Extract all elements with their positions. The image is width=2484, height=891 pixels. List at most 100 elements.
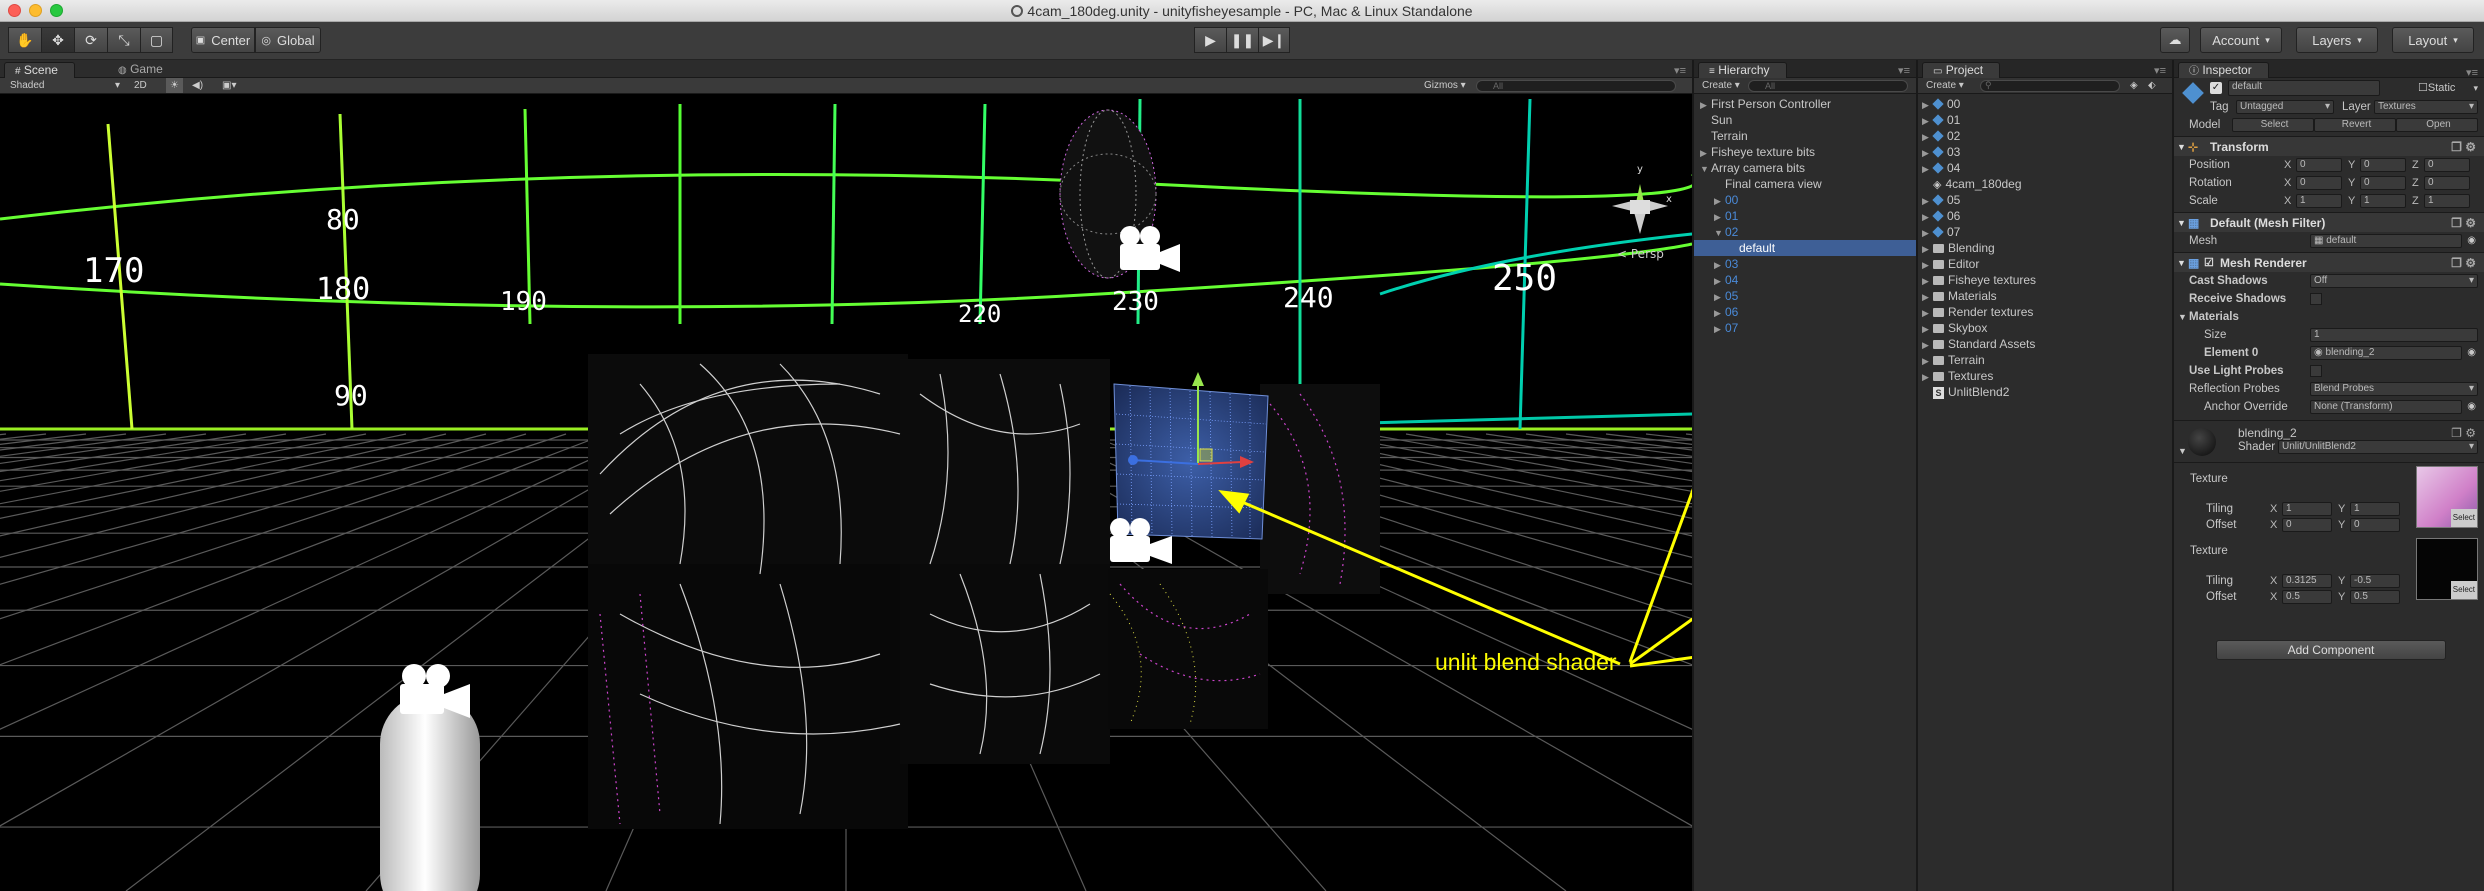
pivot-center-button[interactable]: ▣ Center (191, 27, 255, 53)
project-item[interactable]: ▶ 00 (1918, 96, 2172, 112)
object-name-field[interactable]: default (2228, 80, 2380, 96)
project-item[interactable]: ▶ Materials (1918, 288, 2172, 304)
tab-project[interactable]: ▭ Project (1922, 62, 2001, 78)
offset-x-field[interactable]: 0 (2282, 518, 2332, 532)
collapsed-arrow-icon[interactable]: ▶ (1922, 353, 1933, 369)
static-dropdown-icon[interactable]: ▾ (2473, 79, 2478, 97)
shader-dropdown[interactable]: Unlit/UnlitBlend2 ▾ (2278, 440, 2478, 454)
hierarchy-item[interactable]: ▶ 04 (1694, 272, 1916, 288)
model-revert-button[interactable]: Revert (2314, 118, 2396, 132)
hierarchy-search-input[interactable]: All (1748, 80, 1908, 92)
element0-field[interactable]: ◉ blending_2 (2310, 346, 2462, 360)
scene-orientation-gizmo[interactable]: y x < Persp (1612, 164, 1672, 261)
object-picker-icon[interactable]: ◉ (2467, 398, 2476, 416)
collapsed-arrow-icon[interactable]: ▶ (1922, 337, 1933, 353)
hierarchy-item[interactable]: ▼ 02 (1694, 224, 1916, 240)
anchor-override-field[interactable]: None (Transform) (2310, 400, 2462, 414)
scale-tool-button[interactable]: ⤡ (107, 27, 140, 53)
scene-search-input[interactable]: All (1476, 80, 1676, 92)
hierarchy-item[interactable]: ▶ First Person Controller (1694, 96, 1916, 112)
gear-icon[interactable]: ❐ ⚙ (2451, 253, 2476, 273)
transform-z-field[interactable]: 0 (2424, 176, 2470, 190)
static-checkbox[interactable]: ☐Static (2418, 79, 2455, 97)
collapsed-arrow-icon[interactable]: ▶ (1714, 193, 1725, 209)
tiling-y-field[interactable]: -0.5 (2350, 574, 2400, 588)
hierarchy-item[interactable]: Terrain (1694, 128, 1916, 144)
project-item[interactable]: ▶ 06 (1918, 208, 2172, 224)
gear-icon[interactable]: ❐ ⚙ (2451, 213, 2476, 233)
add-component-button[interactable]: Add Component (2216, 640, 2446, 660)
collapsed-arrow-icon[interactable]: ▶ (1714, 289, 1725, 305)
offset-y-field[interactable]: 0.5 (2350, 590, 2400, 604)
mesh-filter-header[interactable]: ▼ ▦ Default (Mesh Filter) ❐ ⚙ (2174, 212, 2484, 232)
panel-menu-icon[interactable]: ▾≡ (1674, 64, 1686, 77)
tiling-x-field[interactable]: 1 (2282, 502, 2332, 516)
transform-x-field[interactable]: 1 (2296, 194, 2342, 208)
layout-dropdown[interactable]: Layout ▾ (2392, 27, 2474, 53)
collapsed-arrow-icon[interactable]: ▶ (1714, 305, 1725, 321)
tab-scene[interactable]: # Scene (4, 62, 75, 78)
project-item[interactable]: ▶ Blending (1918, 240, 2172, 256)
filter-type-icon[interactable]: ◈ (2130, 78, 2138, 93)
move-tool-button[interactable]: ✥ (41, 27, 74, 53)
tag-dropdown[interactable]: Untagged ▾ (2236, 100, 2334, 114)
collapsed-arrow-icon[interactable]: ▶ (1922, 225, 1933, 241)
hierarchy-item[interactable]: ▶ 07 (1694, 320, 1916, 336)
close-window-button[interactable] (8, 4, 21, 17)
account-dropdown[interactable]: Account ▾ (2200, 27, 2282, 53)
collapsed-arrow-icon[interactable]: ▶ (1700, 97, 1711, 113)
project-search-input[interactable]: ⚲ (1980, 80, 2120, 92)
project-item[interactable]: ◈ 4cam_180deg (1918, 176, 2172, 192)
active-checkbox[interactable]: ✓ (2210, 82, 2222, 94)
layers-dropdown[interactable]: Layers ▾ (2296, 27, 2378, 53)
collapsed-arrow-icon[interactable]: ▶ (1714, 257, 1725, 273)
project-item[interactable]: ▶ Fisheye textures (1918, 272, 2172, 288)
tab-hierarchy[interactable]: ≡ Hierarchy (1698, 62, 1787, 78)
cloud-button[interactable]: ☁ (2160, 27, 2190, 53)
collapsed-arrow-icon[interactable]: ▶ (1922, 97, 1933, 113)
collapsed-arrow-icon[interactable]: ▶ (1714, 321, 1725, 337)
project-item[interactable]: ▶ 07 (1918, 224, 2172, 240)
project-item[interactable]: ▶ 03 (1918, 144, 2172, 160)
collapsed-arrow-icon[interactable]: ▶ (1922, 321, 1933, 337)
panel-menu-icon[interactable]: ▾≡ (1898, 64, 1910, 77)
hierarchy-item[interactable]: Sun (1694, 112, 1916, 128)
transform-z-field[interactable]: 1 (2424, 194, 2470, 208)
transform-x-field[interactable]: 0 (2296, 176, 2342, 190)
pause-button[interactable]: ❚❚ (1226, 27, 1258, 53)
hierarchy-item[interactable]: ▶ 03 (1694, 256, 1916, 272)
project-item[interactable]: ▶ 05 (1918, 192, 2172, 208)
project-item[interactable]: ▶ 04 (1918, 160, 2172, 176)
collapsed-arrow-icon[interactable]: ▶ (1922, 193, 1933, 209)
cast-shadows-dropdown[interactable]: Off ▾ (2310, 274, 2478, 288)
hierarchy-item[interactable]: ▶ 06 (1694, 304, 1916, 320)
filter-label-icon[interactable]: ⬖ (2148, 78, 2156, 93)
minimize-window-button[interactable] (29, 4, 42, 17)
audio-toggle[interactable]: ◀) (192, 78, 203, 93)
offset-y-field[interactable]: 0 (2350, 518, 2400, 532)
hierarchy-item[interactable]: ▼ Array camera bits (1694, 160, 1916, 176)
collapsed-arrow-icon[interactable]: ▶ (1922, 113, 1933, 129)
hierarchy-item[interactable]: ▶ 00 (1694, 192, 1916, 208)
layer-dropdown[interactable]: Textures ▾ (2374, 100, 2478, 114)
hand-tool-button[interactable]: ✋ (8, 27, 41, 53)
collapsed-arrow-icon[interactable]: ▶ (1922, 161, 1933, 177)
project-create-dropdown[interactable]: Create ▾ (1926, 78, 1964, 93)
effects-dropdown[interactable]: ▣▾ (222, 78, 236, 93)
project-item[interactable]: ▶ Terrain (1918, 352, 2172, 368)
lighting-toggle[interactable]: ☀ (166, 78, 183, 93)
transform-z-field[interactable]: 0 (2424, 158, 2470, 172)
transform-y-field[interactable]: 1 (2360, 194, 2406, 208)
hierarchy-item[interactable]: ▶ Fisheye texture bits (1694, 144, 1916, 160)
step-button[interactable]: ▶❙ (1258, 27, 1290, 53)
gizmos-dropdown[interactable]: Gizmos ▾ (1424, 78, 1466, 93)
transform-y-field[interactable]: 0 (2360, 158, 2406, 172)
project-item[interactable]: ▶ Editor (1918, 256, 2172, 272)
hierarchy-item[interactable]: ▶ 05 (1694, 288, 1916, 304)
hierarchy-create-dropdown[interactable]: Create ▾ (1702, 78, 1740, 93)
tiling-y-field[interactable]: 1 (2350, 502, 2400, 516)
rotate-tool-button[interactable]: ⟳ (74, 27, 107, 53)
materials-row[interactable]: ▼ Materials (2174, 308, 2484, 326)
model-select-button[interactable]: Select (2232, 118, 2314, 132)
persp-label[interactable]: < Persp (1617, 247, 1664, 261)
